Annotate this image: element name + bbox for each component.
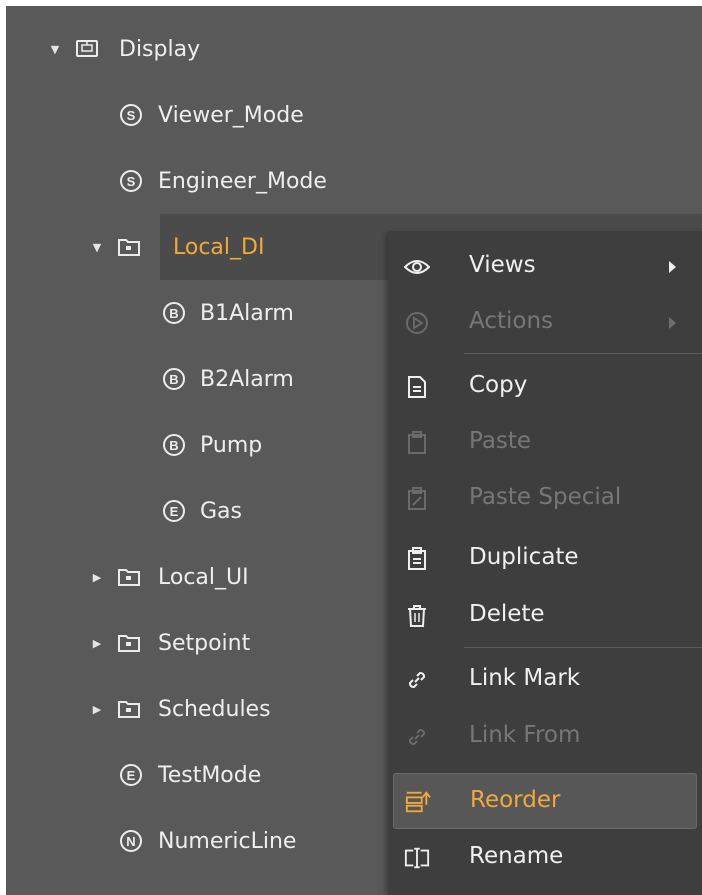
tree-item-viewer-mode[interactable]: S Viewer_Mode <box>6 82 702 148</box>
menu-item-label: Actions <box>469 308 554 334</box>
menu-item-paste[interactable]: Paste <box>388 415 702 471</box>
menu-item-label: Paste <box>469 428 532 454</box>
play-circle-icon <box>404 310 430 336</box>
trash-icon <box>404 603 430 629</box>
menu-item-delete[interactable]: Delete <box>388 588 702 644</box>
badge-s-icon: S <box>118 102 144 128</box>
menu-item-rename[interactable]: Rename <box>388 830 702 886</box>
paste-special-icon <box>404 486 430 512</box>
folder-icon <box>116 564 142 590</box>
tree-item-label: NumericLine <box>158 828 297 854</box>
tree-item-label: Viewer_Mode <box>158 102 304 128</box>
menu-item-label: Link From <box>469 722 581 748</box>
menu-item-copy[interactable]: Copy <box>388 359 702 415</box>
badge-e-icon: E <box>118 762 144 788</box>
tree-item-label: Local_DI <box>173 234 265 260</box>
link-from-icon <box>404 724 430 750</box>
submenu-arrow-icon <box>669 261 676 273</box>
menu-item-duplicate[interactable]: Duplicate <box>388 531 702 587</box>
menu-item-label: Copy <box>469 372 528 398</box>
tree-item-display[interactable]: ▼ Display <box>6 16 702 82</box>
badge-e-icon: E <box>161 498 187 524</box>
badge-b-icon: B <box>161 432 187 458</box>
badge-s-icon: S <box>118 168 144 194</box>
badge-n-icon: N <box>118 828 144 854</box>
eye-icon <box>404 254 430 280</box>
tree-item-local-di-controls: ▼ <box>6 214 160 280</box>
caret-right-icon[interactable]: ▶ <box>90 636 104 650</box>
tree-item-label: B2Alarm <box>200 366 294 392</box>
caret-down-icon[interactable]: ▼ <box>48 42 62 56</box>
context-menu: Views Actions Copy Paste Paste Special D… <box>388 231 702 895</box>
menu-item-link-from[interactable]: Link From <box>388 709 702 765</box>
caret-down-icon[interactable]: ▼ <box>90 240 104 254</box>
menu-item-link-mark[interactable]: Link Mark <box>388 652 702 708</box>
menu-item-label: Delete <box>469 601 545 627</box>
menu-item-label: Views <box>469 252 536 278</box>
copy-icon <box>404 374 430 400</box>
tree-item-label: Display <box>119 36 201 62</box>
caret-right-icon[interactable]: ▶ <box>90 702 104 716</box>
tree-item-engineer-mode[interactable]: S Engineer_Mode <box>6 148 702 214</box>
badge-b-icon: B <box>161 366 187 392</box>
tree-item-label: B1Alarm <box>200 300 294 326</box>
rename-icon <box>404 845 430 871</box>
paste-icon <box>404 430 430 456</box>
menu-item-label: Paste Special <box>469 484 622 510</box>
badge-b-icon: B <box>161 300 187 326</box>
tree-item-label: TestMode <box>158 762 262 788</box>
menu-item-paste-special[interactable]: Paste Special <box>388 471 702 527</box>
tree-item-label: Engineer_Mode <box>158 168 327 194</box>
folder-icon <box>116 696 142 722</box>
tree-item-label: Pump <box>200 432 263 458</box>
menu-item-reorder[interactable]: Reorder <box>393 773 697 829</box>
folder-icon <box>116 630 142 656</box>
menu-item-views[interactable]: Views <box>388 239 702 295</box>
tree-item-label: Setpoint <box>158 630 251 656</box>
display-icon <box>74 36 100 62</box>
caret-right-icon[interactable]: ▶ <box>90 570 104 584</box>
submenu-arrow-icon <box>669 317 676 329</box>
tree-item-label: Local_UI <box>158 564 249 590</box>
menu-item-label: Rename <box>469 843 564 869</box>
folder-icon <box>116 234 142 260</box>
duplicate-icon <box>404 546 430 572</box>
link-icon <box>404 667 430 693</box>
menu-item-actions[interactable]: Actions <box>388 295 702 351</box>
menu-separator <box>464 647 702 648</box>
menu-item-label: Reorder <box>470 787 561 813</box>
menu-item-label: Link Mark <box>469 665 581 691</box>
reorder-icon <box>405 789 431 815</box>
menu-separator <box>464 353 702 354</box>
menu-item-label: Duplicate <box>469 544 579 570</box>
tree-item-label: Schedules <box>158 696 271 722</box>
tree-item-label: Gas <box>200 498 242 524</box>
